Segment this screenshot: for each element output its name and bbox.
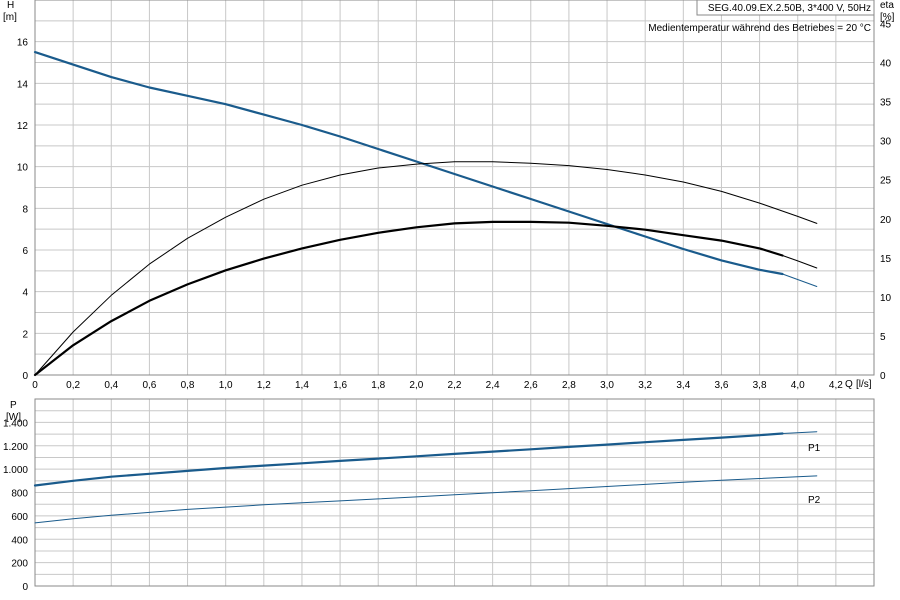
y-tick-label-power: 1.000 — [3, 465, 28, 476]
y-axis-label-head: H — [7, 0, 14, 11]
y-tick-label-power: 1.200 — [3, 442, 28, 453]
legend-p2: P2 — [808, 495, 821, 506]
y2-tick-label: 15 — [880, 254, 892, 265]
x-tick-label: 2,8 — [562, 380, 576, 391]
x-tick-label: 2,0 — [409, 380, 423, 391]
y-tick-label: 16 — [17, 38, 29, 49]
y-tick-label-power: 0 — [22, 582, 28, 593]
y2-tick-label: 30 — [880, 137, 892, 148]
y2-tick-label: 35 — [880, 98, 892, 109]
y2-tick-label: 0 — [880, 371, 886, 382]
x-tick-label: 2,6 — [524, 380, 538, 391]
x-tick-label: 1,8 — [371, 380, 385, 391]
x-tick-label: 3,0 — [600, 380, 614, 391]
x-tick-label: 0 — [32, 380, 38, 391]
x-tick-label: 1,0 — [219, 380, 233, 391]
x-tick-label: 4,2 — [829, 380, 843, 391]
lower-tick-labels: 02004006008001.0001.2001.400 — [3, 418, 28, 593]
y-tick-label: 4 — [22, 288, 28, 299]
lower-grid — [35, 399, 874, 586]
lower-series-line-0 — [33, 432, 784, 487]
y-axis-unit-power: [W] — [6, 412, 21, 423]
x-tick-label: 0,4 — [104, 380, 118, 391]
y-tick-label: 14 — [17, 79, 29, 90]
x-tick-label: 0,6 — [142, 380, 156, 391]
pump-label: SEG.40.09.EX.2.50B, 3*400 V, 50Hz — [708, 3, 871, 14]
y-tick-label-power: 600 — [11, 512, 28, 523]
upper-series-line-2 — [34, 161, 818, 376]
x-tick-label: 4,0 — [791, 380, 805, 391]
temperature-note: Medientemperatur während des Betriebes =… — [648, 23, 871, 34]
y-tick-label: 2 — [22, 329, 28, 340]
x-tick-label: 0,8 — [181, 380, 195, 391]
y2-axis-unit-eta: [%] — [880, 12, 895, 23]
y-tick-label-power: 200 — [11, 559, 28, 570]
x-tick-label: 0,2 — [66, 380, 80, 391]
upper-series — [33, 51, 818, 377]
x-tick-label: 1,6 — [333, 380, 347, 391]
legend-p1: P1 — [808, 443, 821, 454]
y-tick-label: 10 — [17, 163, 29, 174]
x-tick-label: 1,2 — [257, 380, 271, 391]
pump-performance-chart: 0 0,2 0,4 0,6 0,8 1,0 1,2 1,4 1,6 1,8 2,0 2,2 2,4 2,6… — [3, 0, 895, 593]
y2-tick-label: 25 — [880, 176, 892, 187]
y-axis-unit-head: [m] — [3, 12, 17, 23]
y-tick-label: 0 — [22, 371, 28, 382]
x-tick-label: 1,4 — [295, 380, 309, 391]
upper-series-line-4 — [782, 255, 818, 269]
y2-tick-label: 10 — [880, 293, 892, 304]
y2-tick-label: 20 — [880, 215, 892, 226]
x-tick-label: 3,8 — [753, 380, 767, 391]
upper-grid — [35, 0, 874, 375]
upper-series-line-1 — [782, 273, 818, 287]
y-axis-label-power: P — [10, 400, 17, 411]
upper-series-line-0 — [33, 51, 784, 276]
x-tick-label: 3,6 — [715, 380, 729, 391]
y2-axis-label-eta: eta — [880, 0, 894, 11]
x-axis-unit-q: [l/s] — [856, 379, 872, 390]
y-tick-label: 6 — [22, 246, 28, 257]
x-tick-label: 3,4 — [676, 380, 690, 391]
x-tick-label: 2,2 — [448, 380, 462, 391]
y2-tick-label: 40 — [880, 59, 892, 70]
y-tick-label-power: 800 — [11, 489, 28, 500]
x-axis-label-q: Q — [845, 379, 853, 390]
y2-tick-label: 5 — [880, 332, 886, 343]
y-tick-label: 8 — [22, 204, 28, 215]
x-tick-label: 3,2 — [638, 380, 652, 391]
y-tick-label-power: 400 — [11, 535, 28, 546]
y-tick-label: 12 — [17, 121, 29, 132]
lower-series-line-1 — [782, 431, 818, 434]
x-tick-label: 2,4 — [486, 380, 500, 391]
